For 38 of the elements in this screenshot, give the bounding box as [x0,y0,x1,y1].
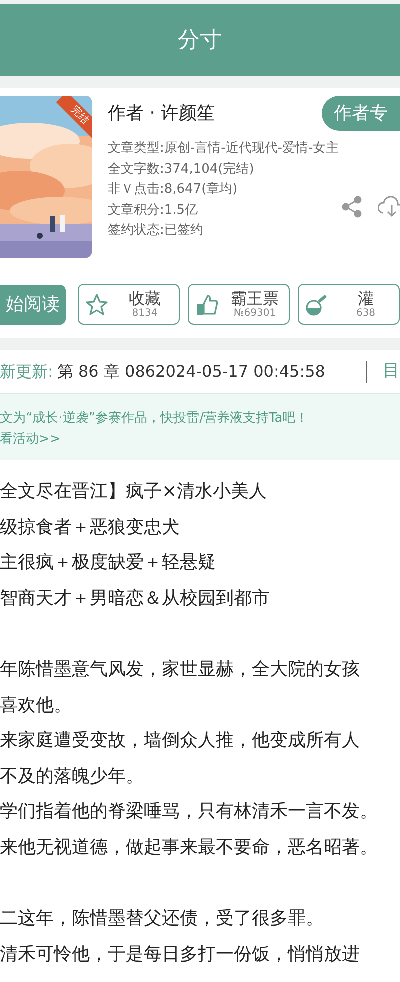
synopsis-line: 全文尽在晋江】疯子×清水小美人 [0,480,268,504]
synopsis-line: 级掠食者＋恶狼变忠犬 [0,516,181,540]
author-name: 作者 · 许颜笙 [108,102,216,126]
stat-count: №69301 [234,308,276,319]
synopsis-line: 主很疯＋极度缺爱＋轻悬疑 [0,551,217,576]
synopsis-line: 年陈惜墨意气风发，家世显赫，全大院的女孩 [0,658,361,682]
synopsis-line: 喜欢他。 [0,694,73,718]
stat-count: 638 [356,308,376,319]
download-icon[interactable] [378,196,400,218]
thumbs-up-icon [195,292,219,316]
latest-chapter: 第 86 章 0862024-05-17 00:45:58 [57,360,326,382]
synopsis-line: 二这年，陈惜墨替父还债，受了很多罪。 [0,907,325,932]
stat-button[interactable]: 灌 638 [298,284,400,325]
contents-link[interactable]: 目 [383,358,400,384]
book-detail: 签约状态:已签约 [108,222,204,240]
synopsis-line: 不及的落魄少年。 [0,764,145,789]
book-detail: 文章积分:1.5亿 [108,202,200,220]
synopsis-line: 清禾可怜他，于是每日多打一份饭，悄悄放进 [0,942,361,967]
book-detail: 全文字数:374,104(完结) [108,160,256,178]
book-detail: 文章类型:原创-言情-近代现代-爱情-女主 [108,140,340,158]
start-reading-button[interactable]: 始阅读 [0,284,66,324]
stat-label: 霸王票 [231,290,279,308]
stat-count: 8134 [132,308,158,319]
stat-label: 灌 [358,290,374,308]
stat-button[interactable]: 收藏 8134 [78,284,180,325]
share-icon[interactable] [342,196,362,218]
page-title: 分寸 [178,26,222,54]
synopsis-line: 学们指着他的脊梁唾骂，只有林清禾一言不发。 [0,800,379,824]
stat-button[interactable]: 霸王票 №69301 [188,284,290,325]
stat-label: 收藏 [129,290,161,308]
book-detail: 非Ｖ点击:8,647(章均) [108,181,239,199]
author-button[interactable]: 作者专 [322,96,400,131]
synopsis-line: 智商天才＋男暗恋＆从校园到都市 [0,586,271,611]
star-icon [85,292,109,316]
update-label: 新更新: [0,360,54,382]
event-notice[interactable]: 文为“成长·逆袭”参赛作品，快投雷/营养液支持Ta吧！ 看活动>> [0,394,400,460]
synopsis-line: 来家庭遭受变故，墙倒众人推，他变成所有人 [0,729,361,754]
synopsis-line: 来他无视道德，做起事来最不要命，恶名昭著。 [0,836,379,860]
